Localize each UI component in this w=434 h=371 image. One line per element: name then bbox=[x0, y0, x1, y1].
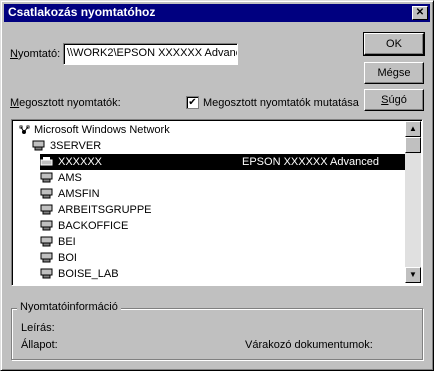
server-icon bbox=[40, 204, 53, 215]
dialog-title: Csatlakozás nyomtatóhoz bbox=[8, 5, 156, 19]
printer-info-title: Nyomtatóinformáció bbox=[17, 301, 121, 313]
close-button[interactable]: ✕ bbox=[412, 6, 428, 20]
tree-item-label: BEI bbox=[58, 236, 76, 248]
tree-item-label: XXXXXX bbox=[58, 156, 103, 168]
server-icon bbox=[40, 268, 53, 279]
tree-item-label: 3SERVER bbox=[50, 140, 102, 152]
title-bar: Csatlakozás nyomtatóhoz ✕ bbox=[4, 4, 430, 22]
shared-printers-label: Megosztott nyomtatók: bbox=[10, 97, 121, 109]
status-label: Állapot: bbox=[21, 339, 58, 351]
server-icon bbox=[40, 236, 53, 247]
printer-icon bbox=[40, 157, 53, 166]
tree-item-selected[interactable]: XXXXXX EPSON XXXXXX Advanced bbox=[40, 154, 406, 170]
tree-item-label: BOISE_LAB bbox=[58, 268, 119, 280]
printer-label: Nyomtató: bbox=[10, 48, 61, 60]
tree-item-label: BOI bbox=[58, 252, 77, 264]
network-icon bbox=[19, 125, 30, 134]
queued-documents-label: Várakozó dokumentumok: bbox=[245, 339, 373, 351]
tree-item-label: AMSFIN bbox=[58, 188, 100, 200]
scroll-thumb[interactable] bbox=[405, 137, 421, 153]
ok-button[interactable]: OK bbox=[363, 32, 425, 56]
connect-printer-dialog: Csatlakozás nyomtatóhoz ✕ Nyomtató: \\WO… bbox=[0, 0, 434, 371]
printer-path-input[interactable]: \\WORK2\EPSON XXXXXX Advanced bbox=[63, 43, 238, 65]
tree-item-label: AMS bbox=[58, 172, 82, 184]
tree-item-label: BACKOFFICE bbox=[58, 220, 129, 232]
server-icon bbox=[32, 140, 45, 151]
shared-printers-list[interactable]: Microsoft Windows Network 3SERVER XXXXXX… bbox=[11, 119, 423, 286]
tree-item-label: ARBEITSGRUPPE bbox=[58, 204, 152, 216]
description-label: Leírás: bbox=[21, 322, 55, 334]
show-shared-checkbox[interactable]: ✔ bbox=[186, 96, 199, 109]
server-icon bbox=[40, 252, 53, 263]
server-icon bbox=[40, 172, 53, 183]
help-button[interactable]: Súgó bbox=[364, 89, 424, 111]
server-icon bbox=[40, 188, 53, 199]
printer-info-group bbox=[11, 308, 423, 360]
scroll-down-icon[interactable]: ▼ bbox=[405, 267, 421, 283]
vertical-scrollbar[interactable]: ▲ ▼ bbox=[405, 121, 421, 283]
cancel-button[interactable]: Mégse bbox=[364, 62, 424, 84]
tree-item-label: Microsoft Windows Network bbox=[34, 124, 170, 136]
server-icon bbox=[40, 220, 53, 231]
show-shared-label: Megosztott nyomtatók mutatása bbox=[203, 97, 359, 109]
scroll-up-icon[interactable]: ▲ bbox=[405, 121, 421, 137]
printer-comment: EPSON XXXXXX Advanced bbox=[242, 156, 379, 168]
